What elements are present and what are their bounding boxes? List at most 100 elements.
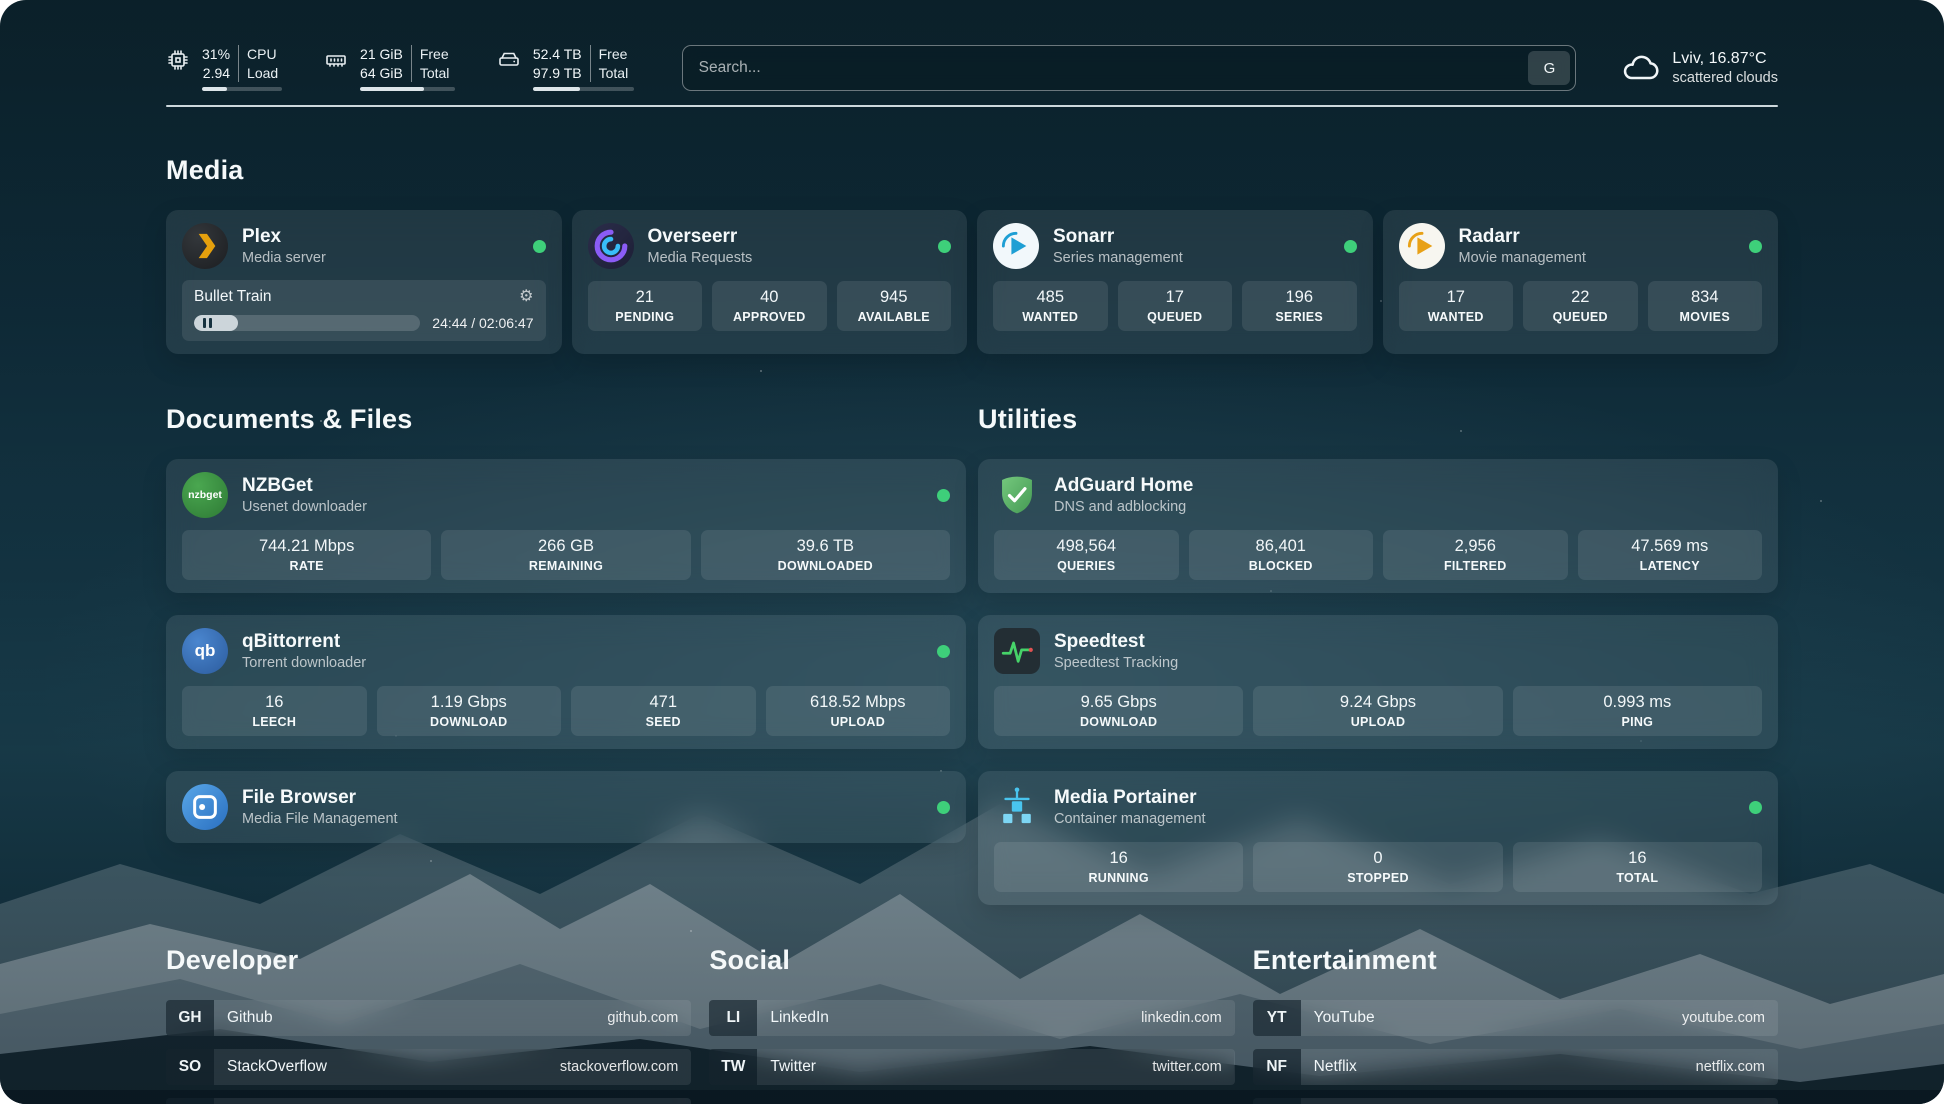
link-abbr: YT <box>1253 1000 1301 1036</box>
stat-label: UPLOAD <box>1259 715 1496 729</box>
stat-label: QUERIES <box>1000 559 1173 573</box>
section-title-utilities: Utilities <box>978 404 1778 435</box>
sonarr-icon <box>993 223 1039 269</box>
stat-value: 834 <box>1654 288 1757 307</box>
stat-value: 40 <box>718 288 821 307</box>
status-dot <box>533 240 546 253</box>
app-card-qbittorrent[interactable]: qb qBittorrent Torrent downloader 16 <box>166 615 966 749</box>
filebrowser-icon <box>182 784 228 830</box>
section-documents: Documents & Files nzbget NZBGet Usenet d… <box>166 356 966 905</box>
stat-label: RUNNING <box>1000 871 1237 885</box>
pause-icon[interactable] <box>203 318 212 328</box>
disk-total-label: Total <box>590 64 634 82</box>
app-card-filebrowser[interactable]: File Browser Media File Management <box>166 771 966 843</box>
stat-ping: 0.993 ms PING <box>1513 686 1762 736</box>
search-provider-button[interactable]: G <box>1528 51 1570 85</box>
cpu-usage: 31% <box>202 45 230 63</box>
link-youtube[interactable]: YT YouTube youtube.com <box>1253 1000 1778 1036</box>
link-url: netflix.com <box>1696 1059 1765 1075</box>
app-card-adguard[interactable]: AdGuard Home DNS and adblocking 498,564 … <box>978 459 1778 593</box>
overseerr-icon <box>588 223 634 269</box>
app-card-overseerr[interactable]: Overseerr Media Requests 21 PENDING 40 A… <box>572 210 968 354</box>
stat-seed: 471 SEED <box>571 686 756 736</box>
stat-value: 0.993 ms <box>1519 693 1756 712</box>
search-input[interactable] <box>682 45 1577 91</box>
stat-queries: 498,564 QUERIES <box>994 530 1179 580</box>
app-card-radarr[interactable]: Radarr Movie management 17 WANTED 22 QUE… <box>1383 210 1779 354</box>
memory-icon <box>324 48 348 72</box>
stat-pending: 21 PENDING <box>588 281 703 331</box>
section-title-entertainment: Entertainment <box>1253 945 1778 976</box>
stat-stopped: 0 STOPPED <box>1253 842 1502 892</box>
stat-value: 17 <box>1405 288 1508 307</box>
app-subtitle: Speedtest Tracking <box>1054 655 1762 671</box>
nzbget-icon-text: nzbget <box>188 489 222 501</box>
stat-label: SERIES <box>1248 310 1351 324</box>
stat-label: RATE <box>188 559 425 573</box>
app-subtitle: DNS and adblocking <box>1054 499 1762 515</box>
app-title: File Browser <box>242 787 923 809</box>
link-github[interactable]: GH Github github.com <box>166 1000 691 1036</box>
cpu-widget: 31%CPU 2.94Load <box>166 45 282 90</box>
stat-value: 47.569 ms <box>1584 537 1757 556</box>
stat-value: 16 <box>188 693 361 712</box>
link-linkedin[interactable]: LI LinkedIn linkedin.com <box>709 1000 1234 1036</box>
link-reddit[interactable]: RE Reddit reddit.com <box>1253 1098 1778 1104</box>
weather-condition: scattered clouds <box>1672 70 1778 86</box>
status-dot <box>1344 240 1357 253</box>
stat-filtered: 2,956 FILTERED <box>1383 530 1568 580</box>
adguard-icon <box>994 472 1040 518</box>
nzbget-icon: nzbget <box>182 472 228 518</box>
plex-icon <box>182 223 228 269</box>
stat-label: FILTERED <box>1389 559 1562 573</box>
app-subtitle: Movie management <box>1459 250 1736 266</box>
cpu-load-label: Load <box>238 64 282 82</box>
app-card-nzbget[interactable]: nzbget NZBGet Usenet downloader 744.21 M… <box>166 459 966 593</box>
cpu-usage-label: CPU <box>238 45 282 63</box>
topbar: 31%CPU 2.94Load 21 GiBFree 64 Gi <box>166 45 1778 91</box>
app-card-plex[interactable]: Plex Media server Bullet Train ⚙ <box>166 210 562 354</box>
memory-total: 64 GiB <box>360 64 403 82</box>
link-abbr: LI <box>709 1000 757 1036</box>
stat-latency: 47.569 ms LATENCY <box>1578 530 1763 580</box>
link-name: StackOverflow <box>227 1058 327 1076</box>
stat-label: MOVIES <box>1654 310 1757 324</box>
section-title-media: Media <box>166 155 1778 186</box>
app-card-speedtest[interactable]: Speedtest Speedtest Tracking 9.65 Gbps D… <box>978 615 1778 749</box>
stat-available: 945 AVAILABLE <box>837 281 952 331</box>
link-stackoverflow[interactable]: SO StackOverflow stackoverflow.com <box>166 1049 691 1085</box>
now-playing-title: Bullet Train <box>194 288 272 306</box>
link-url: github.com <box>607 1010 678 1026</box>
link-url: stackoverflow.com <box>560 1059 678 1075</box>
link-name: YouTube <box>1314 1009 1375 1027</box>
app-title: Sonarr <box>1053 226 1330 248</box>
playback-progress-bar[interactable] <box>194 315 420 331</box>
disk-free: 52.4 TB <box>533 45 582 63</box>
stat-total: 16 TOTAL <box>1513 842 1762 892</box>
stat-value: 16 <box>1000 849 1237 868</box>
link-dev[interactable]: DT DEV dev.to <box>166 1098 691 1104</box>
portainer-icon <box>994 784 1040 830</box>
app-card-portainer[interactable]: Media Portainer Container management 16 … <box>978 771 1778 905</box>
app-card-sonarr[interactable]: Sonarr Series management 485 WANTED 17 Q… <box>977 210 1373 354</box>
app-subtitle: Media server <box>242 250 519 266</box>
status-dot <box>1749 240 1762 253</box>
stat-value: 2,956 <box>1389 537 1562 556</box>
section-social: Social LI LinkedIn linkedin.com TW Twitt… <box>709 945 1234 1098</box>
memory-total-label: Total <box>411 64 455 82</box>
stat-running: 16 RUNNING <box>994 842 1243 892</box>
stat-value: 17 <box>1124 288 1227 307</box>
gear-icon[interactable]: ⚙ <box>519 289 533 305</box>
app-title: Radarr <box>1459 226 1736 248</box>
stat-value: 498,564 <box>1000 537 1173 556</box>
link-twitter[interactable]: TW Twitter twitter.com <box>709 1049 1234 1085</box>
stat-label: DOWNLOADED <box>707 559 944 573</box>
link-netflix[interactable]: NF Netflix netflix.com <box>1253 1049 1778 1085</box>
weather-widget: Lviv, 16.87°C scattered clouds <box>1620 48 1778 88</box>
stat-label: DOWNLOAD <box>1000 715 1237 729</box>
stat-label: WANTED <box>999 310 1102 324</box>
stat-label: WANTED <box>1405 310 1508 324</box>
stat-wanted: 485 WANTED <box>993 281 1108 331</box>
stat-value: 0 <box>1259 849 1496 868</box>
section-entertainment: Entertainment YT YouTube youtube.com NF … <box>1253 945 1778 1104</box>
